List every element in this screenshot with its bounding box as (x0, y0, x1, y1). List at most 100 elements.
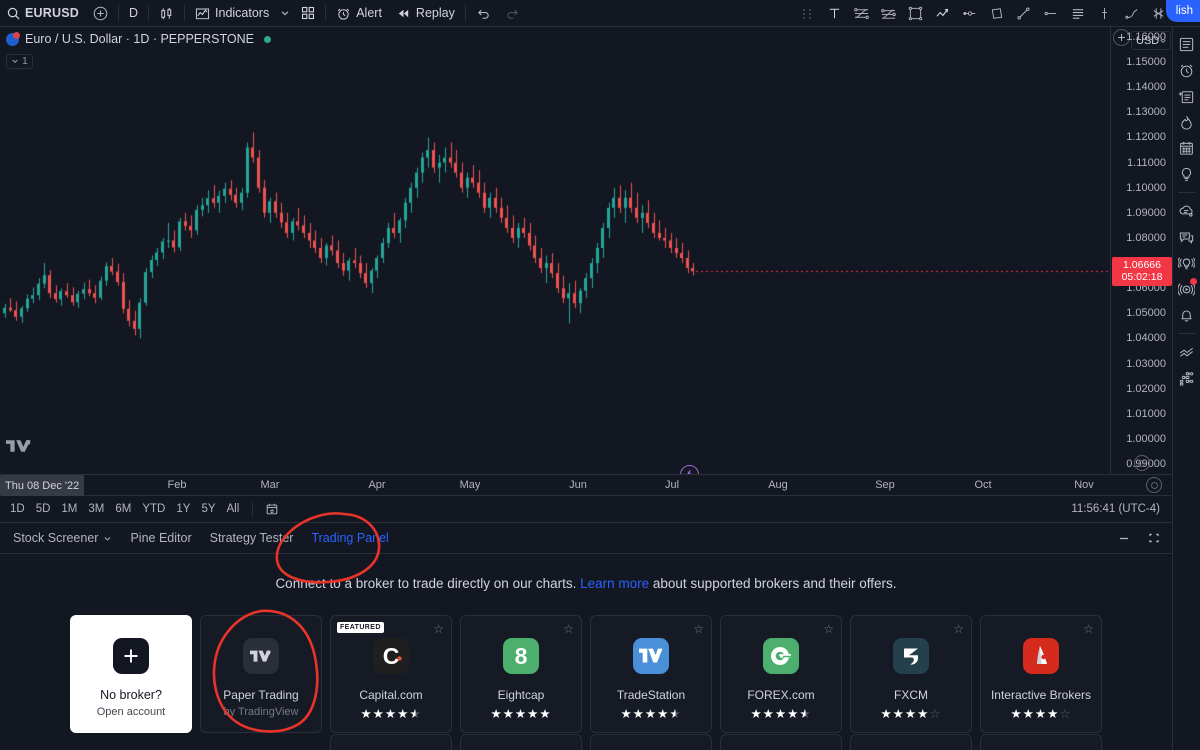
fib-channel-icon[interactable] (875, 2, 902, 26)
star-full-icon: ★ (917, 707, 929, 721)
date-range-icon[interactable] (260, 499, 284, 519)
panel-window-controls (1114, 528, 1164, 548)
broker-card-partial[interactable] (330, 734, 452, 750)
range-button-1y[interactable]: 1Y (171, 500, 195, 518)
chart-type-button[interactable] (152, 3, 181, 24)
range-button-1m[interactable]: 1M (56, 500, 82, 518)
broker-card-partial[interactable] (850, 734, 972, 750)
range-button-all[interactable]: All (222, 500, 245, 518)
measure-icon[interactable] (956, 2, 983, 26)
cursor-cross-icon[interactable] (1091, 2, 1118, 26)
trend-line-icon[interactable] (1010, 2, 1037, 26)
current-price-badge[interactable]: 1.06666 05:02:18 (1112, 257, 1172, 286)
broker-card-partial[interactable] (720, 734, 842, 750)
broker-card-no-broker[interactable]: No broker?Open account (70, 615, 192, 733)
tab-strategy-tester[interactable]: Strategy Tester (201, 527, 303, 549)
toolbar-divider (465, 5, 466, 21)
broker-card-interactive-brokers[interactable]: ☆ Interactive Brokers ★★★★☆ (980, 615, 1102, 733)
broker-card-forex-com[interactable]: ☆FOREX.com★★★★★ (720, 615, 842, 733)
panel-content: Connect to a broker to trade directly on… (0, 554, 1172, 733)
templates-button[interactable] (294, 3, 322, 24)
star-outline-icon[interactable]: ☆ (433, 622, 444, 636)
range-toolbar: 1D5D1M3M6MYTD1Y5YAll 11:56:41 (UTC-4) (0, 496, 1172, 523)
price-scale[interactable]: USD 1.160001.150001.140001.130001.120001… (1110, 27, 1172, 474)
star-outline-icon[interactable]: ☆ (953, 622, 964, 636)
indicators-button[interactable]: Indicators (188, 3, 276, 24)
range-button-6m[interactable]: 6M (110, 500, 136, 518)
time-scale[interactable]: 2023FebMarAprMayJunJulAugSepOctNov Thu 0… (0, 474, 1172, 496)
language-button[interactable]: lish (1166, 0, 1200, 22)
private-chat-icon[interactable] (1175, 225, 1199, 249)
time-tick-label: Aug (768, 479, 788, 491)
drag-handle-icon[interactable] (794, 2, 821, 26)
time-tick-label: May (460, 479, 481, 491)
chat-cloud-icon[interactable] (1175, 199, 1199, 223)
range-button-3m[interactable]: 3M (83, 500, 109, 518)
broker-card-fxcm[interactable]: ☆FXCM★★★★☆ (850, 615, 972, 733)
broker-name: Eightcap (498, 688, 545, 702)
brush-icon[interactable] (1118, 2, 1145, 26)
broker-card-partial[interactable] (460, 734, 582, 750)
range-button-5d[interactable]: 5D (31, 500, 56, 518)
hotlist-fire-icon[interactable] (1175, 110, 1199, 134)
layers-chip[interactable]: 1 (6, 54, 33, 69)
rectangle-icon[interactable] (902, 2, 929, 26)
replay-button[interactable]: Replay (389, 3, 462, 24)
range-button-1d[interactable]: 1D (5, 500, 30, 518)
tab-pine-editor[interactable]: Pine Editor (121, 527, 200, 549)
symbol-search-button[interactable]: EURUSD (0, 3, 86, 24)
range-button-ytd[interactable]: YTD (137, 500, 170, 518)
undo-button[interactable] (469, 3, 498, 24)
minimize-icon[interactable] (1114, 528, 1134, 548)
star-outline-icon[interactable]: ☆ (563, 622, 574, 636)
long-position-icon[interactable] (1064, 2, 1091, 26)
horizontal-line-icon[interactable] (1037, 2, 1064, 26)
broker-rating: ★★★★☆ (1010, 708, 1071, 721)
panel-tab-bar: Stock ScreenerPine EditorStrategy Tester… (0, 523, 1172, 554)
broker-name: Interactive Brokers (991, 688, 1091, 702)
alerts-clock-icon[interactable] (1175, 58, 1199, 82)
star-outline-icon[interactable]: ☆ (693, 622, 704, 636)
candlestick-chart[interactable] (0, 27, 1110, 474)
watchlist-icon[interactable] (1175, 32, 1199, 56)
broker-card-tradestation[interactable]: ☆TradeStation★★★★★ (590, 615, 712, 733)
redo-button[interactable] (498, 3, 527, 24)
broker-card-partial[interactable] (590, 734, 712, 750)
notifications-bell-icon[interactable] (1175, 303, 1199, 327)
text-tool-icon[interactable] (821, 2, 848, 26)
zigzag-trend-icon[interactable] (929, 2, 956, 26)
fib-retracement-icon[interactable] (848, 2, 875, 26)
broker-card-paper-trading[interactable]: Paper Tradingby TradingView (200, 615, 322, 733)
calendar-icon[interactable] (1175, 136, 1199, 160)
ideas-bulb-icon[interactable] (1175, 162, 1199, 186)
time-scale-settings-icon[interactable] (1146, 477, 1162, 493)
interval-button[interactable]: D (122, 3, 145, 24)
maximize-icon[interactable] (1144, 528, 1164, 548)
tab-stock-screener[interactable]: Stock Screener (4, 527, 121, 549)
broker-card-capital-com[interactable]: FEATURED☆CCapital.com★★★★★ (330, 615, 452, 733)
chart-clock[interactable]: 11:56:41 (UTC-4) (1071, 503, 1160, 515)
indicators-dropdown-button[interactable] (276, 3, 294, 24)
add-symbol-button[interactable] (86, 3, 115, 24)
price-tick-label: 1.14000 (1126, 81, 1166, 93)
object-tree-icon[interactable] (1175, 366, 1199, 390)
star-outline-icon[interactable]: ☆ (1083, 622, 1094, 636)
alert-button[interactable]: Alert (329, 3, 389, 24)
chart-canvas-area[interactable] (0, 27, 1110, 474)
tab-trading-panel[interactable]: Trading Panel (302, 527, 397, 549)
parallel-channel-icon[interactable] (983, 2, 1010, 26)
eightcap-8-icon: 8 (503, 638, 539, 674)
range-button-5y[interactable]: 5Y (196, 500, 220, 518)
redo-icon (505, 6, 520, 21)
following-icon[interactable] (1175, 340, 1199, 364)
broker-card-partial[interactable] (980, 734, 1102, 750)
price-scale-settings-icon[interactable] (1134, 455, 1150, 471)
broker-card-eightcap[interactable]: ☆8Eightcap★★★★★ (460, 615, 582, 733)
star-full-icon: ★ (750, 707, 762, 721)
learn-more-link[interactable]: Learn more (580, 576, 649, 591)
data-window-icon[interactable] (1175, 84, 1199, 108)
legend-title-row[interactable]: Euro / U.S. Dollar · 1D · PEPPERSTONE (6, 30, 271, 48)
star-outline-icon[interactable]: ☆ (823, 622, 834, 636)
broadcast-bulb-icon[interactable] (1175, 251, 1199, 275)
streams-icon[interactable] (1175, 277, 1199, 301)
